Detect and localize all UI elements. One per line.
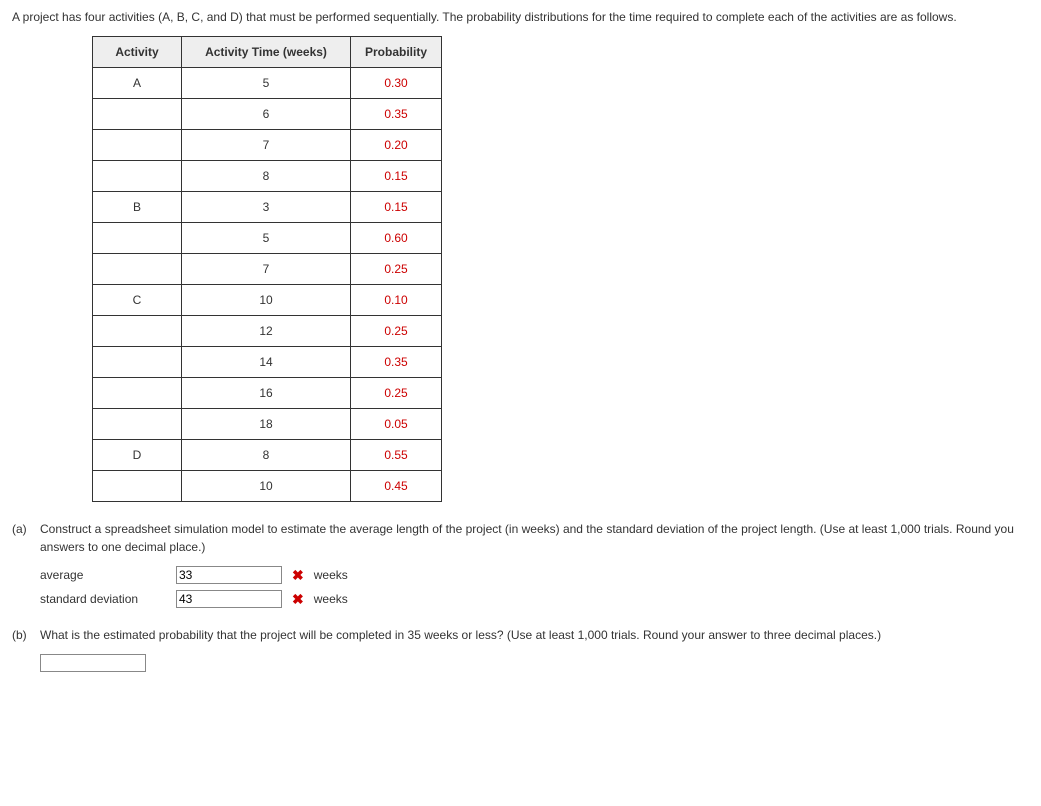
cell-time: 10 (182, 285, 351, 316)
table-row: 140.35 (93, 347, 442, 378)
table-row: A50.30 (93, 68, 442, 99)
table-header-activity: Activity (93, 37, 182, 68)
cell-prob: 0.25 (351, 378, 442, 409)
cell-activity (93, 378, 182, 409)
cell-activity (93, 471, 182, 502)
part-b: (b) What is the estimated probability th… (12, 626, 1029, 644)
table-row: 70.25 (93, 254, 442, 285)
cell-activity: B (93, 192, 182, 223)
table-header-prob: Probability (351, 37, 442, 68)
cell-time: 12 (182, 316, 351, 347)
cell-activity (93, 409, 182, 440)
cell-prob: 0.55 (351, 440, 442, 471)
cell-time: 5 (182, 223, 351, 254)
cell-time: 14 (182, 347, 351, 378)
part-a: (a) Construct a spreadsheet simulation m… (12, 520, 1029, 556)
table-row: D80.55 (93, 440, 442, 471)
incorrect-icon: ✖ (292, 591, 304, 608)
part-b-label: (b) (12, 626, 40, 644)
average-label: average (40, 568, 170, 582)
cell-activity (93, 223, 182, 254)
table-row: 50.60 (93, 223, 442, 254)
cell-time: 5 (182, 68, 351, 99)
cell-prob: 0.15 (351, 192, 442, 223)
table-row: 120.25 (93, 316, 442, 347)
part-a-text: Construct a spreadsheet simulation model… (40, 520, 1029, 556)
table-row: C100.10 (93, 285, 442, 316)
cell-activity (93, 347, 182, 378)
table-row: 100.45 (93, 471, 442, 502)
incorrect-icon: ✖ (292, 567, 304, 584)
activity-table: Activity Activity Time (weeks) Probabili… (92, 36, 442, 502)
problem-intro: A project has four activities (A, B, C, … (12, 8, 1029, 26)
table-row: 80.15 (93, 161, 442, 192)
stddev-row: standard deviation ✖ weeks (40, 590, 1029, 608)
cell-prob: 0.20 (351, 130, 442, 161)
cell-prob: 0.30 (351, 68, 442, 99)
cell-time: 8 (182, 161, 351, 192)
cell-time: 18 (182, 409, 351, 440)
cell-prob: 0.25 (351, 316, 442, 347)
cell-time: 3 (182, 192, 351, 223)
cell-time: 8 (182, 440, 351, 471)
table-header-time: Activity Time (weeks) (182, 37, 351, 68)
part-b-input[interactable] (40, 654, 146, 672)
cell-prob: 0.15 (351, 161, 442, 192)
cell-time: 7 (182, 254, 351, 285)
cell-activity (93, 130, 182, 161)
cell-time: 16 (182, 378, 351, 409)
cell-activity (93, 316, 182, 347)
cell-prob: 0.45 (351, 471, 442, 502)
cell-activity (93, 99, 182, 130)
cell-activity (93, 161, 182, 192)
table-row: 60.35 (93, 99, 442, 130)
average-input[interactable] (176, 566, 282, 584)
cell-time: 7 (182, 130, 351, 161)
average-unit: weeks (314, 568, 348, 582)
cell-activity: D (93, 440, 182, 471)
part-b-answer-row (40, 654, 1029, 672)
average-row: average ✖ weeks (40, 566, 1029, 584)
stddev-input[interactable] (176, 590, 282, 608)
table-row: 160.25 (93, 378, 442, 409)
table-row: B30.15 (93, 192, 442, 223)
part-b-text: What is the estimated probability that t… (40, 626, 1029, 644)
table-row: 180.05 (93, 409, 442, 440)
stddev-unit: weeks (314, 592, 348, 606)
cell-prob: 0.25 (351, 254, 442, 285)
stddev-label: standard deviation (40, 592, 170, 606)
part-a-label: (a) (12, 520, 40, 538)
cell-activity: C (93, 285, 182, 316)
table-row: 70.20 (93, 130, 442, 161)
cell-time: 6 (182, 99, 351, 130)
cell-time: 10 (182, 471, 351, 502)
cell-prob: 0.05 (351, 409, 442, 440)
cell-prob: 0.35 (351, 99, 442, 130)
cell-activity: A (93, 68, 182, 99)
cell-prob: 0.10 (351, 285, 442, 316)
cell-prob: 0.35 (351, 347, 442, 378)
cell-activity (93, 254, 182, 285)
cell-prob: 0.60 (351, 223, 442, 254)
